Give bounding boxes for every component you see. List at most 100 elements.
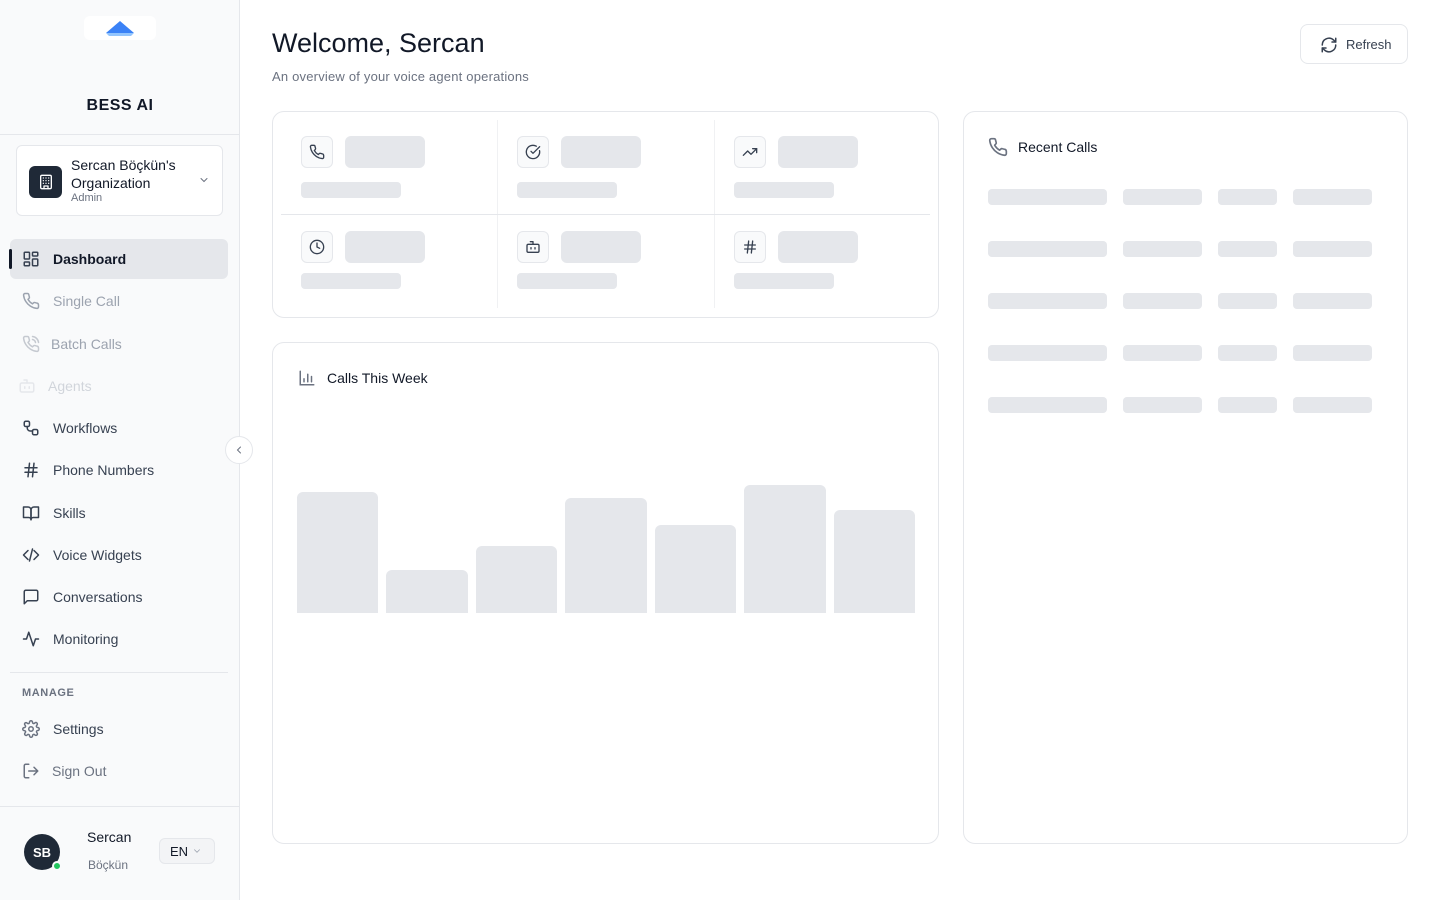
- cell-skeleton: [1218, 345, 1277, 361]
- stat-label-skeleton: [734, 182, 834, 198]
- divider: [0, 806, 240, 807]
- brand-logo[interactable]: [84, 16, 156, 40]
- chart-bar-skeleton: [297, 492, 379, 613]
- logo-mark-icon: [106, 21, 134, 36]
- recent-call-row-skeleton: [988, 345, 1388, 361]
- stat-value-skeleton: [561, 136, 641, 168]
- cell-skeleton: [1218, 189, 1277, 205]
- sidebar-item-label: Monitoring: [53, 631, 119, 647]
- recent-calls-card: Recent Calls: [963, 111, 1408, 844]
- collapse-sidebar-button[interactable]: [225, 436, 253, 464]
- sidebar-item-agents[interactable]: Agents: [10, 366, 228, 406]
- language-value: EN: [170, 843, 189, 859]
- divider: [10, 672, 228, 673]
- stat-phone-numbers: [734, 227, 934, 307]
- stat-value-skeleton: [345, 231, 425, 263]
- stat-agents: [517, 227, 717, 307]
- activity-icon: [22, 631, 40, 647]
- sidebar-item-label: Dashboard: [53, 251, 127, 267]
- sidebar-item-monitoring[interactable]: Monitoring: [10, 619, 228, 659]
- check-circle-icon: [517, 136, 549, 168]
- phone-icon: [988, 137, 1008, 157]
- calls-this-week-card: Calls This Week: [272, 342, 939, 844]
- dashboard-icon: [23, 251, 39, 267]
- refresh-icon: [1321, 37, 1337, 53]
- cell-skeleton: [1123, 345, 1202, 361]
- cell-skeleton: [988, 397, 1107, 413]
- sidebar-item-label: Conversations: [53, 589, 143, 605]
- message-icon: [23, 589, 39, 605]
- trending-up-icon: [734, 136, 766, 168]
- refresh-button[interactable]: Refresh: [1300, 24, 1408, 64]
- organization-switcher[interactable]: Sercan Böçkün's Organization Admin: [16, 145, 223, 216]
- bot-icon: [19, 379, 35, 393]
- recent-calls-skeleton: [988, 189, 1388, 429]
- chevron-down-icon: [194, 849, 200, 853]
- cell-skeleton: [988, 241, 1107, 257]
- sidebar-item-voice-widgets[interactable]: Voice Widgets: [10, 535, 228, 575]
- brand-name: BESS AI: [86, 97, 154, 114]
- chart-bar-skeleton: [833, 510, 915, 613]
- cell-skeleton: [1218, 241, 1277, 257]
- page-subtitle: An overview of your voice agent operatio…: [272, 69, 529, 84]
- cell-skeleton: [988, 189, 1107, 205]
- phone-call-icon: [22, 335, 40, 353]
- stat-label-skeleton: [734, 273, 834, 289]
- workflow-icon: [23, 420, 39, 436]
- cell-skeleton: [988, 345, 1107, 361]
- online-status-dot: [52, 861, 62, 871]
- stat-completed-calls: [517, 132, 717, 212]
- sidebar-item-workflows[interactable]: Workflows: [10, 408, 228, 448]
- cell-skeleton: [1123, 189, 1202, 205]
- stat-total-calls: [301, 132, 501, 212]
- stat-value-skeleton: [778, 136, 858, 168]
- sidebar-item-single-call[interactable]: Single Call: [10, 281, 228, 321]
- cell-skeleton: [1293, 345, 1372, 361]
- stat-label-skeleton: [301, 182, 401, 198]
- sign-out-icon: [23, 763, 39, 779]
- chevron-left-icon: [236, 446, 241, 454]
- gear-icon: [22, 720, 40, 738]
- bar-chart-icon: [299, 370, 315, 386]
- stat-label-skeleton: [517, 273, 617, 289]
- sidebar-item-phone-numbers[interactable]: Phone Numbers: [10, 450, 228, 490]
- sidebar: BESS AI Sercan Böçkün's Organization Adm…: [0, 0, 240, 900]
- divider: [281, 214, 930, 215]
- recent-call-row-skeleton: [988, 241, 1388, 257]
- sidebar-item-label: Skills: [53, 505, 86, 521]
- sidebar-item-conversations[interactable]: Conversations: [10, 577, 228, 617]
- phone-icon: [22, 292, 40, 310]
- sidebar-item-label: Batch Calls: [51, 336, 122, 352]
- card-title: Recent Calls: [1018, 139, 1098, 155]
- organization-name: Sercan Böçkün's Organization: [71, 157, 176, 191]
- sidebar-item-batch-calls[interactable]: Batch Calls: [10, 324, 228, 364]
- cell-skeleton: [1123, 397, 1202, 413]
- sidebar-item-settings[interactable]: Settings: [10, 709, 228, 749]
- sidebar-item-label: Single Call: [53, 293, 120, 309]
- stat-label-skeleton: [301, 273, 401, 289]
- sign-out-button[interactable]: Sign Out: [10, 751, 228, 791]
- stat-duration: [301, 227, 501, 307]
- bot-icon: [517, 231, 549, 263]
- language-select[interactable]: EN: [159, 838, 215, 864]
- hash-icon: [24, 462, 38, 478]
- chevron-down-icon: [200, 178, 208, 183]
- chart-bar-skeleton: [475, 546, 558, 613]
- divider: [0, 134, 240, 135]
- cell-skeleton: [1293, 397, 1372, 413]
- refresh-label: Refresh: [1346, 37, 1392, 52]
- sidebar-item-label: Workflows: [53, 420, 118, 436]
- cell-skeleton: [1293, 189, 1372, 205]
- sidebar-item-dashboard[interactable]: Dashboard: [9, 239, 228, 279]
- stats-card: [272, 111, 939, 318]
- user-last-name: Böçkün: [88, 858, 129, 872]
- sidebar-item-label: Voice Widgets: [53, 547, 142, 563]
- stat-trend: [734, 132, 934, 212]
- stat-value-skeleton: [345, 136, 425, 168]
- page-title: Welcome, Sercan: [272, 28, 485, 58]
- book-icon: [22, 506, 40, 521]
- phone-icon: [301, 136, 333, 168]
- cell-skeleton: [1293, 241, 1372, 257]
- sidebar-item-skills[interactable]: Skills: [10, 493, 228, 533]
- recent-call-row-skeleton: [988, 397, 1388, 413]
